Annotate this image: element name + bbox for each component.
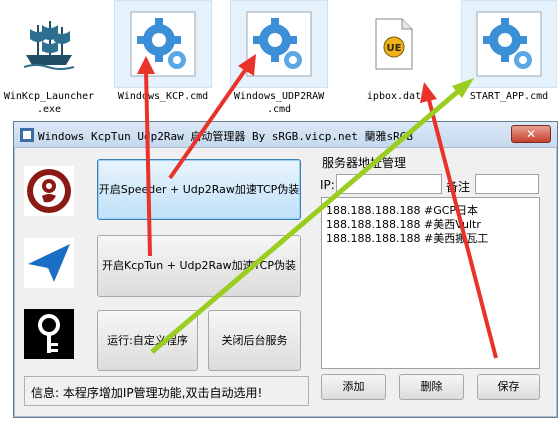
close-button[interactable]: ✕ (511, 125, 551, 143)
key-logo (24, 309, 74, 359)
save-button[interactable]: 保存 (477, 374, 540, 400)
file-windows-udp2raw[interactable]: Windows_UDP2RAW .cmd (230, 0, 328, 120)
gear-icon (476, 11, 542, 77)
document-icon: UE (375, 18, 413, 70)
wireguard-logo (24, 166, 74, 216)
ip-label: IP: (320, 178, 335, 192)
window-title: Windows KcpTun Udp2Raw 启动管理器 By sRGB.vic… (38, 130, 414, 143)
file-name-line1: ipbox.dat (366, 91, 422, 102)
file-name-line1: Windows_KCP.cmd (117, 91, 209, 102)
title-bar[interactable]: Windows KcpTun Udp2Raw 启动管理器 By sRGB.vic… (14, 122, 557, 148)
note-label: 备注 (446, 180, 471, 194)
file-name-line2: .cmd (266, 104, 292, 115)
server-list[interactable]: 188.188.188.188 #GCP日本 188.188.188.188 #… (321, 197, 540, 369)
server-panel-title: 服务器地址管理 (322, 156, 407, 170)
file-ipbox-dat[interactable]: UE ipbox.dat (345, 0, 443, 120)
start-speeder-button[interactable]: 开启Speeder + Udp2Raw加速TCP伪装 (97, 159, 301, 220)
ship-icon (20, 15, 78, 73)
svg-text:UE: UE (387, 43, 402, 54)
run-custom-button[interactable]: 运行:自定义程序 (97, 310, 198, 371)
list-item[interactable]: 188.188.188.188 #美西搬瓦工 (326, 230, 488, 246)
paper-plane-logo (24, 238, 74, 288)
delete-button[interactable]: 删除 (399, 374, 464, 400)
app-window: Windows KcpTun Udp2Raw 启动管理器 By sRGB.vic… (13, 121, 558, 418)
app-icon (20, 128, 34, 142)
ip-input[interactable] (336, 174, 442, 194)
file-name-line1: Windows_UDP2RAW (233, 91, 325, 102)
start-kcptun-button[interactable]: 开启KcpTun + Udp2Raw加速TCP伪装 (97, 235, 301, 297)
info-text: 信息: 本程序增加IP管理功能,双击自动选用! (24, 376, 309, 406)
file-name-line1: START_APP.cmd (469, 91, 549, 102)
file-winkcp-launcher[interactable]: WinKcp_Launcher .exe (0, 0, 98, 120)
server-ip: 188.188.188.188 (326, 232, 421, 245)
add-button[interactable]: 添加 (321, 374, 386, 400)
file-name-line2: .exe (36, 104, 62, 115)
file-name-line1: WinKcp_Launcher (3, 91, 95, 102)
note-input[interactable] (475, 174, 539, 194)
close-services-button[interactable]: 关闭后台服务 (208, 310, 301, 371)
file-start-app[interactable]: START_APP.cmd (461, 0, 557, 120)
gear-icon (246, 11, 312, 77)
server-note: #美西搬瓦工 (423, 232, 489, 245)
gear-icon (130, 11, 196, 77)
file-windows-kcp[interactable]: Windows_KCP.cmd (114, 0, 212, 120)
